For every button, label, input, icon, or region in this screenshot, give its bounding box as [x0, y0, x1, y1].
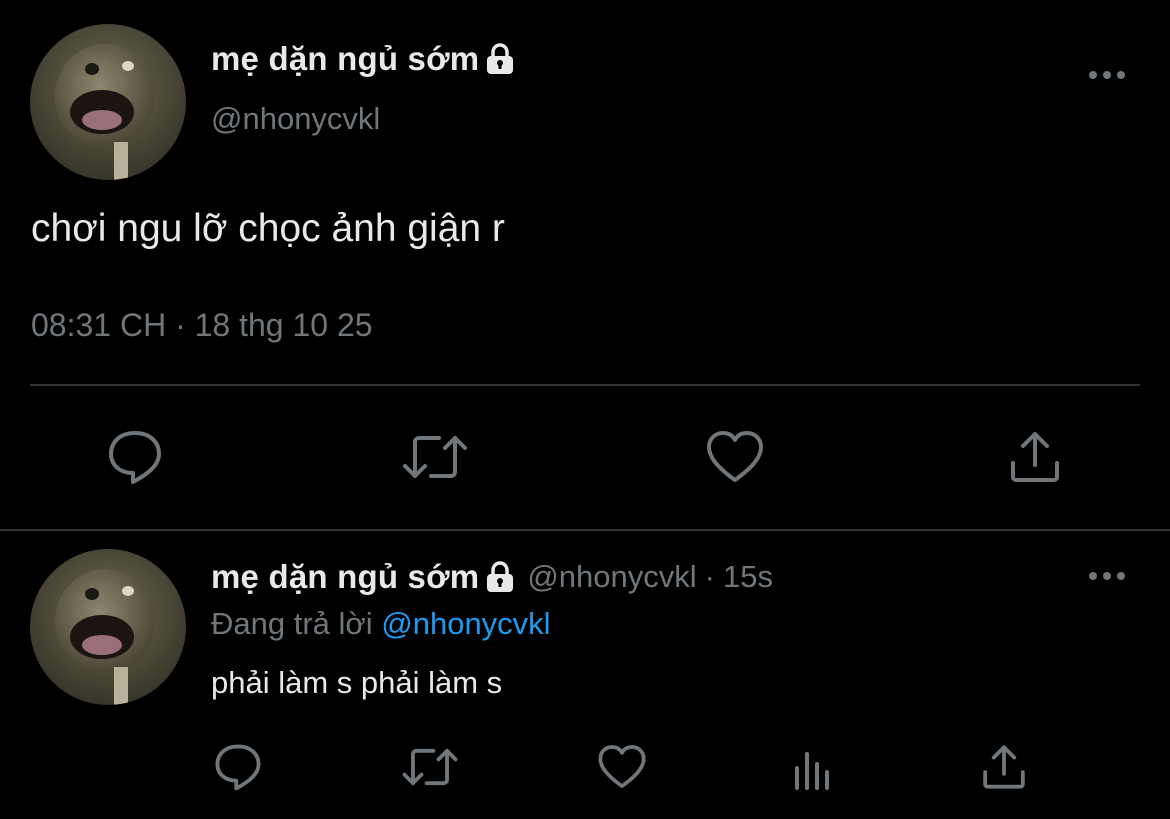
author-name-row[interactable]: mẹ dặn ngủ sớm — [211, 40, 515, 78]
author-handle[interactable]: @nhonycvkl — [211, 101, 380, 137]
like-icon — [705, 430, 765, 484]
reply-icon — [213, 743, 263, 791]
more-options-icon[interactable] — [1087, 68, 1127, 82]
reply-display-name[interactable]: mẹ dặn ngủ sớm — [211, 558, 479, 596]
reply-button[interactable] — [103, 427, 167, 487]
like-button[interactable] — [595, 742, 649, 792]
retweet-icon — [401, 744, 459, 790]
share-button[interactable] — [1005, 428, 1065, 486]
analytics-icon — [791, 746, 835, 790]
reply-handle[interactable]: @nhonycvkl — [527, 559, 696, 595]
tweet-timestamp[interactable]: 08:31 CH · 18 thg 10 25 — [31, 307, 373, 344]
retweet-button[interactable] — [399, 428, 471, 486]
like-icon — [597, 744, 647, 790]
more-options-icon[interactable] — [1087, 569, 1127, 583]
retweet-icon — [401, 430, 469, 484]
author-display-name[interactable]: mẹ dặn ngủ sớm — [211, 40, 479, 78]
reply-button[interactable] — [211, 742, 265, 792]
separator-dot: · — [704, 559, 715, 594]
share-icon — [1007, 429, 1063, 485]
lock-icon — [485, 561, 515, 593]
section-divider — [0, 529, 1170, 531]
reply-timestamp[interactable]: 15s — [723, 559, 773, 595]
share-icon — [980, 743, 1028, 791]
like-button[interactable] — [703, 428, 767, 486]
replying-to-label: Đang trả lời — [211, 606, 373, 641]
analytics-button[interactable] — [788, 744, 838, 792]
replying-to-line: Đang trả lời @nhonycvkl — [211, 606, 551, 642]
divider — [30, 384, 1140, 386]
avatar[interactable] — [30, 24, 186, 180]
replying-to-mention[interactable]: @nhonycvkl — [381, 606, 550, 641]
retweet-button[interactable] — [399, 742, 461, 792]
reply-icon — [106, 429, 164, 485]
share-button[interactable] — [978, 742, 1030, 792]
reply-author-row[interactable]: mẹ dặn ngủ sớm @nhonycvkl · 15s — [211, 558, 773, 596]
reply-avatar[interactable] — [30, 549, 186, 705]
tweet-text: chơi ngu lỡ chọc ảnh giận r — [31, 207, 505, 250]
lock-icon — [485, 43, 515, 75]
reply-text: phải làm s phải làm s — [211, 665, 503, 700]
